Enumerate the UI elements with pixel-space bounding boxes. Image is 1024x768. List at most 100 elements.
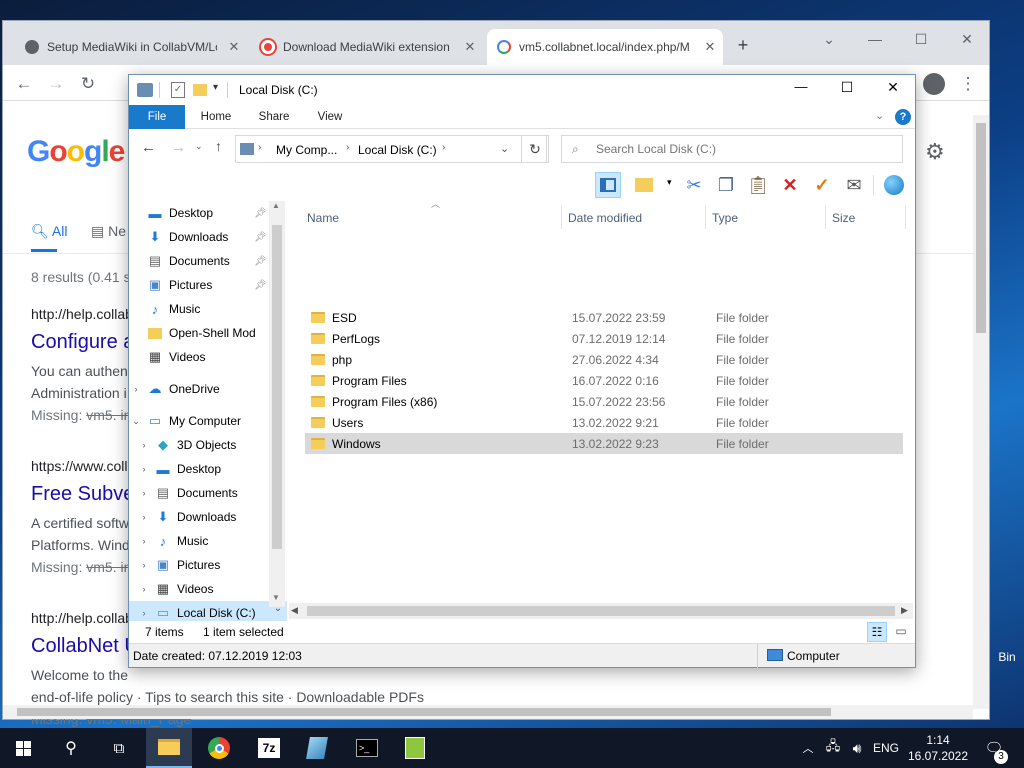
file-row-windows[interactable]: Windows 13.02.2022 9:23 File folder [305,433,903,454]
file-row-program-files[interactable]: Program Files 16.07.2022 0:16 File folder [305,370,903,391]
expand-ribbon-icon[interactable]: ⌄ [875,109,884,122]
nav-item-videos-pc[interactable]: › ▦ Videos [129,577,287,601]
copy-icon[interactable]: ❐ [713,172,739,198]
qat-dropdown-icon[interactable]: ▾ [213,82,218,93]
column-header-name[interactable]: Name [307,207,339,229]
show-hidden-icons-icon[interactable]: ︿ [798,728,818,768]
breadcrumb-chevron[interactable]: › [442,142,445,153]
search-box[interactable]: ⌕ [561,135,903,163]
ribbon-tab-view[interactable]: View [305,105,355,129]
clock[interactable]: 1:14 16.07.2022 [906,728,970,768]
taskbar-notepad[interactable] [294,728,340,768]
taskbar-7zip[interactable]: 7z [246,728,292,768]
breadcrumb-chevron[interactable]: › [258,142,261,153]
up-arrow-icon[interactable]: ↑ [215,138,222,154]
nav-item-onedrive[interactable]: › ☁ OneDrive [129,377,287,401]
result-2-title[interactable]: Free Subve [31,483,134,506]
preview-pane-icon[interactable] [595,172,621,198]
nav-item-3d-objects[interactable]: › ◆ 3D Objects [129,433,287,457]
column-header-date[interactable]: Date modified [568,207,642,229]
pin-icon[interactable]: 📌︎ [254,208,267,219]
recycle-bin-label[interactable]: Bin [990,650,1024,664]
taskbar-command-prompt[interactable]: >_ [344,728,390,768]
result-3-title[interactable]: CollabNet U [31,635,139,658]
profile-avatar-icon[interactable] [923,73,945,95]
search-tab-news[interactable]: ▤ Ne [91,223,126,240]
scroll-left-arrow[interactable]: ◀ [291,605,298,616]
google-logo[interactable]: Google [27,135,125,169]
ribbon-tab-share[interactable]: Share [249,105,299,129]
chrome-tab-download-extension[interactable]: Download MediaWiki extension ✕ [251,29,483,65]
start-button[interactable] [0,728,46,768]
nav-item-documents-pc[interactable]: › ▤ Documents [129,481,287,505]
properties-icon[interactable]: ✓ [171,82,185,98]
paste-icon[interactable]: 📋︎ [745,172,771,198]
search-input[interactable] [596,140,896,158]
close-window-icon[interactable]: ✕ [871,79,915,101]
nav-item-my-computer[interactable]: ⌄ ▭ My Computer [129,409,287,433]
nav-item-desktop-pc[interactable]: › ▬ Desktop [129,457,287,481]
file-row-program-files-x86[interactable]: Program Files (x86) 15.07.2022 23:56 File … [305,391,903,412]
nav-item-music-pc[interactable]: › ♪ Music [129,529,287,553]
properties-check-icon[interactable]: ✓ [809,172,835,198]
result-2-url[interactable]: https://www.colla [31,458,135,474]
minimize-icon[interactable]: — [779,79,823,101]
ribbon-tab-home[interactable]: Home [191,105,241,129]
taskbar-notepadpp[interactable] [392,728,438,768]
pin-icon[interactable]: 📌︎ [254,232,267,243]
cut-icon[interactable]: ✂ [681,172,707,198]
file-row-esd[interactable]: ESD 15.07.2022 23:59 File folder [305,307,903,328]
page-horizontal-scrollbar[interactable] [3,705,973,719]
recent-locations-icon[interactable]: ⌄ [195,141,203,152]
chrome-tab-vm5-collabnet[interactable]: vm5.collabnet.local/index.php/M ✕ [487,29,723,65]
new-folder-icon[interactable] [193,84,207,96]
nav-item-pictures[interactable]: ▣ Pictures 📌︎ [129,273,287,297]
nav-item-music[interactable]: ♪ Music [129,297,287,321]
column-divider[interactable] [705,205,706,229]
back-arrow-icon[interactable]: ← [13,73,35,95]
maximize-icon[interactable]: ☐ [825,79,869,101]
email-icon[interactable]: ✉ [841,172,867,198]
new-tab-button[interactable]: + [733,35,753,56]
file-row-users[interactable]: Users 13.02.2022 9:21 File folder [305,412,903,433]
ribbon-tab-file[interactable]: File [129,105,185,129]
dropdown-icon[interactable]: ▾ [667,177,672,188]
tab-search-icon[interactable]: ⌄ [807,25,851,53]
address-bar[interactable]: › My Comp... › Local Disk (C:) › ⌄ [235,135,547,163]
nav-item-open-shell[interactable]: Open-Shell Mod [129,321,287,345]
scroll-up-arrow[interactable]: ▲ [272,201,282,210]
close-tab-icon[interactable]: ✕ [225,39,243,55]
search-tab-all[interactable]: 🔍︎ All [31,223,67,240]
file-row-perflogs[interactable]: PerfLogs 07.12.2019 12:14 File folder [305,328,903,349]
scrollbar-thumb[interactable] [17,708,831,716]
input-language[interactable]: ENG [870,728,902,768]
result-1-title[interactable]: Configure a [31,331,134,354]
nav-item-documents[interactable]: ▤ Documents 📌︎ [129,249,287,273]
forward-arrow-icon[interactable]: → [171,139,186,156]
nav-scroll-down-arrow[interactable]: ⌄ [271,603,285,619]
close-window-icon[interactable]: ✕ [945,25,989,53]
search-icon[interactable]: ⚲ [48,728,94,768]
forward-arrow-icon[interactable]: → [45,73,67,95]
breadcrumb-local-disk[interactable]: Local Disk (C:) [358,143,437,157]
minimize-icon[interactable]: — [853,25,897,53]
result-3-url[interactable]: http://help.collab [31,610,133,626]
close-tab-icon[interactable]: ✕ [701,39,719,55]
nav-item-downloads[interactable]: ⬇ Downloads 📌︎ [129,225,287,249]
large-icons-view-icon[interactable]: ▭ [891,622,911,642]
task-view-icon[interactable]: ⧉ [96,728,142,768]
taskbar-chrome[interactable] [196,728,242,768]
column-divider[interactable] [561,205,562,229]
taskbar-file-explorer[interactable] [146,728,192,768]
chrome-tab-setup-mediawiki[interactable]: Setup MediaWiki in CollabVM/Lo ✕ [15,29,247,65]
page-vertical-scrollbar[interactable] [973,115,989,709]
nav-item-videos[interactable]: ▦ Videos [129,345,287,369]
maximize-icon[interactable]: ☐ [899,25,943,53]
network-icon[interactable]: 🖧︎ [822,728,844,768]
reload-icon[interactable]: ↻ [77,73,99,95]
column-header-type[interactable]: Type [712,207,738,229]
address-dropdown-icon[interactable]: ⌄ [500,142,509,155]
details-view-icon[interactable]: ☷ [867,622,887,642]
breadcrumb-chevron[interactable]: › [346,142,349,153]
settings-gear-icon[interactable]: ⚙ [925,139,945,165]
